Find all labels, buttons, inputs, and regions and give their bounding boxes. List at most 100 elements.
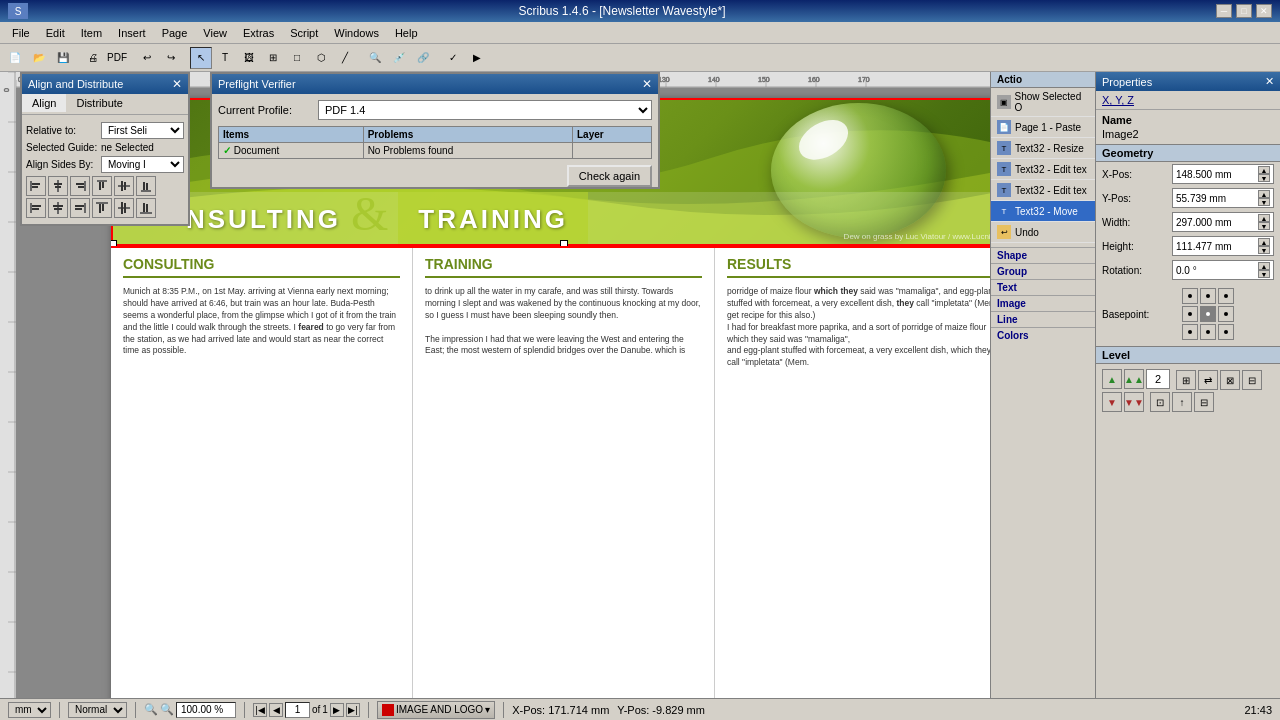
bp-bl[interactable] (1182, 324, 1198, 340)
page-last-btn[interactable]: ▶| (346, 703, 360, 717)
align-panel-close[interactable]: ✕ (172, 77, 182, 91)
tab-align[interactable]: Align (22, 94, 66, 114)
height-spin[interactable]: ▲▼ (1258, 238, 1270, 254)
height-down[interactable]: ▼ (1258, 246, 1270, 254)
tb-shape[interactable]: □ (286, 47, 308, 69)
colors-section[interactable]: Colors (991, 327, 1095, 343)
action-page1-paste[interactable]: 📄 Page 1 - Paste (991, 117, 1095, 138)
xyz-link[interactable]: X, Y, Z (1102, 94, 1134, 106)
text-section[interactable]: Text (991, 279, 1095, 295)
menu-page[interactable]: Page (154, 25, 196, 41)
minimize-button[interactable]: ─ (1216, 4, 1232, 18)
rot-down[interactable]: ▼ (1258, 270, 1270, 278)
maximize-button[interactable]: □ (1236, 4, 1252, 18)
align-btn-2-6[interactable] (136, 198, 156, 218)
tb-eyedrop[interactable]: 💉 (388, 47, 410, 69)
menu-edit[interactable]: Edit (38, 25, 73, 41)
menu-item[interactable]: Item (73, 25, 110, 41)
align-center-h-btn[interactable] (48, 176, 68, 196)
xpos-up[interactable]: ▲ (1258, 166, 1270, 174)
level-icon1[interactable]: ⊞ (1176, 370, 1196, 390)
action-text32-resize[interactable]: T Text32 - Resize (991, 138, 1095, 159)
width-down[interactable]: ▼ (1258, 222, 1270, 230)
tb-polygon[interactable]: ⬡ (310, 47, 332, 69)
tb-print[interactable]: 🖨 (82, 47, 104, 69)
tab-distribute[interactable]: Distribute (66, 94, 132, 114)
xpos-spin[interactable]: ▲▼ (1258, 166, 1270, 182)
rot-up[interactable]: ▲ (1258, 262, 1270, 270)
tb-pdf2[interactable]: ▶ (466, 47, 488, 69)
current-profile-select[interactable]: PDF 1.4 (318, 100, 652, 120)
level-icon2[interactable]: ⇄ (1198, 370, 1218, 390)
width-spin[interactable]: ▲▼ (1258, 214, 1270, 230)
level-bottom-icon2[interactable]: ↑ (1172, 392, 1192, 412)
units-select[interactable]: mm (8, 702, 51, 718)
align-bottom-btn[interactable] (136, 176, 156, 196)
group-section[interactable]: Group (991, 263, 1095, 279)
line-section[interactable]: Line (991, 311, 1095, 327)
level-icon3[interactable]: ⊠ (1220, 370, 1240, 390)
align-top-btn[interactable] (92, 176, 112, 196)
xpos-down[interactable]: ▼ (1258, 174, 1270, 182)
bp-mc[interactable] (1200, 306, 1216, 322)
tb-table[interactable]: ⊞ (262, 47, 284, 69)
image-section[interactable]: Image (991, 295, 1095, 311)
height-up[interactable]: ▲ (1258, 238, 1270, 246)
ypos-up[interactable]: ▲ (1258, 190, 1270, 198)
align-right-btn[interactable] (70, 176, 90, 196)
level-up-btn[interactable]: ▲ (1102, 369, 1122, 389)
menu-extras[interactable]: Extras (235, 25, 282, 41)
menu-help[interactable]: Help (387, 25, 426, 41)
shape-section[interactable]: Shape (991, 247, 1095, 263)
menu-script[interactable]: Script (282, 25, 326, 41)
page-first-btn[interactable]: |◀ (253, 703, 267, 717)
tb-open[interactable]: 📂 (28, 47, 50, 69)
ypos-value[interactable]: 55.739 mm ▲▼ (1172, 188, 1274, 208)
bp-tr[interactable] (1218, 288, 1234, 304)
relative-to-select[interactable]: First Seli (101, 122, 184, 139)
zoom-in-btn[interactable]: 🔍 (160, 703, 174, 716)
align-sides-select[interactable]: Moving I (101, 156, 184, 173)
xpos-value[interactable]: 148.500 mm ▲▼ (1172, 164, 1274, 184)
width-value[interactable]: 297.000 mm ▲▼ (1172, 212, 1274, 232)
tb-undo[interactable]: ↩ (136, 47, 158, 69)
tb-select[interactable]: ↖ (190, 47, 212, 69)
menu-view[interactable]: View (195, 25, 235, 41)
bp-bc[interactable] (1200, 324, 1216, 340)
level-bottom-icon3[interactable]: ⊟ (1194, 392, 1214, 412)
width-up[interactable]: ▲ (1258, 214, 1270, 222)
page-next-btn[interactable]: ▶ (330, 703, 344, 717)
action-undo[interactable]: ↩ Undo (991, 222, 1095, 243)
level-icon4[interactable]: ⊟ (1242, 370, 1262, 390)
close-button[interactable]: ✕ (1256, 4, 1272, 18)
action-text32-move[interactable]: T Text32 - Move (991, 201, 1095, 222)
action-text32-edit2[interactable]: T Text32 - Edit tex (991, 180, 1095, 201)
tb-redo[interactable]: ↪ (160, 47, 182, 69)
tb-export-pdf[interactable]: PDF (106, 47, 128, 69)
properties-close[interactable]: ✕ (1265, 75, 1274, 88)
rotation-spin[interactable]: ▲▼ (1258, 262, 1270, 278)
align-btn-2-2[interactable] (48, 198, 68, 218)
level-down-btn[interactable]: ▼ (1102, 392, 1122, 412)
level-up2-btn[interactable]: ▲▲ (1124, 369, 1144, 389)
menu-insert[interactable]: Insert (110, 25, 154, 41)
preflight-close[interactable]: ✕ (642, 77, 652, 91)
view-mode-select[interactable]: Normal (68, 702, 127, 718)
check-again-button[interactable]: Check again (567, 165, 652, 187)
layer-selector[interactable]: IMAGE AND LOGO ▾ (377, 701, 495, 719)
align-btn-2-1[interactable] (26, 198, 46, 218)
bp-br[interactable] (1218, 324, 1234, 340)
page-num-input[interactable] (285, 702, 310, 718)
page-prev-btn[interactable]: ◀ (269, 703, 283, 717)
level-down2-btn[interactable]: ▼▼ (1124, 392, 1144, 412)
bp-tl[interactable] (1182, 288, 1198, 304)
rotation-value[interactable]: 0.0 ° ▲▼ (1172, 260, 1274, 280)
tb-new[interactable]: 📄 (4, 47, 26, 69)
tb-image[interactable]: 🖼 (238, 47, 260, 69)
bp-mr[interactable] (1218, 306, 1234, 322)
bp-tc[interactable] (1200, 288, 1216, 304)
action-show-selected[interactable]: ▣ Show Selected O (991, 88, 1095, 117)
tb-save[interactable]: 💾 (52, 47, 74, 69)
height-value[interactable]: 111.477 mm ▲▼ (1172, 236, 1274, 256)
action-text32-edit1[interactable]: T Text32 - Edit tex (991, 159, 1095, 180)
